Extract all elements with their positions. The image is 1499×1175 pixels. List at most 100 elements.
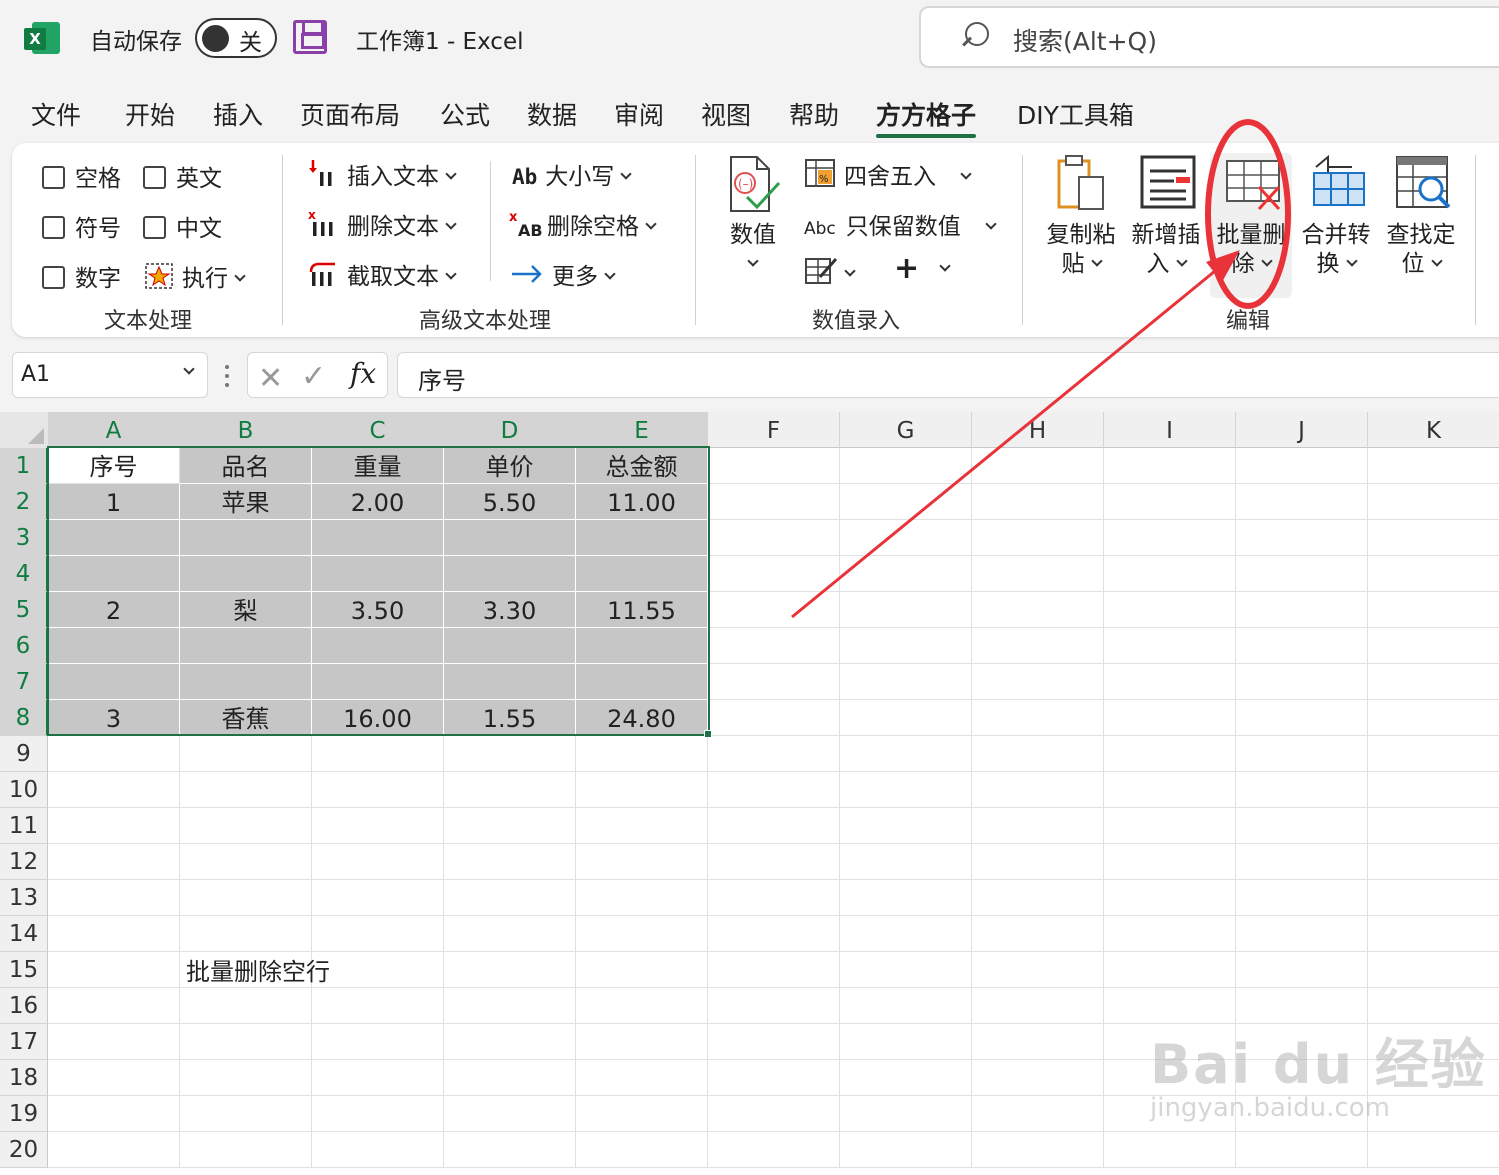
cell-a20[interactable] [48,1132,180,1168]
cell-i2[interactable] [1104,484,1236,520]
cell-b4[interactable] [180,556,312,592]
cell-h5[interactable] [972,592,1104,628]
cell-e2[interactable]: 11.00 [576,484,708,520]
cell-i11[interactable] [1104,808,1236,844]
cell-h7[interactable] [972,664,1104,700]
edit-entry-button[interactable] [804,255,856,287]
cell-c1[interactable]: 重量 [312,448,444,484]
cell-c8[interactable]: 16.00 [312,700,444,736]
cell-f18[interactable] [708,1060,840,1096]
cell-h20[interactable] [972,1132,1104,1168]
find-locate-button[interactable]: 查找定 位 [1382,153,1460,279]
save-icon[interactable] [293,20,327,54]
insert-text-button[interactable]: 插入文本 [307,157,457,191]
copy-paste-button[interactable]: 复制粘 贴 [1042,153,1120,279]
cell-i7[interactable] [1104,664,1236,700]
autosave-toggle[interactable]: 关 [195,18,277,58]
column-header-a[interactable]: A [48,412,180,448]
cell-e6[interactable] [576,628,708,664]
cell-k1[interactable] [1368,448,1499,484]
cell-f1[interactable] [708,448,840,484]
cell-f17[interactable] [708,1024,840,1060]
formula-input[interactable]: 序号 [397,352,1499,398]
cell-b16[interactable] [180,988,312,1024]
round-button[interactable]: % 四舍五入 [804,157,972,191]
cell-g10[interactable] [840,772,972,808]
row-header-11[interactable]: 11 [0,808,48,844]
cell-d20[interactable] [444,1132,576,1168]
cell-g18[interactable] [840,1060,972,1096]
cell-a10[interactable] [48,772,180,808]
column-header-b[interactable]: B [180,412,312,448]
tab-page-layout[interactable]: 页面布局 [300,96,400,132]
tab-data[interactable]: 数据 [527,96,577,132]
cell-g11[interactable] [840,808,972,844]
cell-a15[interactable] [48,952,180,988]
cell-i6[interactable] [1104,628,1236,664]
cell-f3[interactable] [708,520,840,556]
cell-c11[interactable] [312,808,444,844]
cell-d8[interactable]: 1.55 [444,700,576,736]
check-english[interactable]: 英文 [143,159,222,193]
cell-i1[interactable] [1104,448,1236,484]
cell-a9[interactable] [48,736,180,772]
batch-delete-button[interactable]: 批量删 除 [1210,153,1292,298]
cell-i13[interactable] [1104,880,1236,916]
cell-k2[interactable] [1368,484,1499,520]
cell-b19[interactable] [180,1096,312,1132]
cell-j6[interactable] [1236,628,1368,664]
add-button[interactable]: + [894,251,951,286]
cell-i3[interactable] [1104,520,1236,556]
cell-i5[interactable] [1104,592,1236,628]
cancel-icon[interactable]: ✕ [258,361,283,396]
keep-value-button[interactable]: Abc 只保留数值 [804,207,997,241]
cell-e9[interactable] [576,736,708,772]
cell-a12[interactable] [48,844,180,880]
cell-f20[interactable] [708,1132,840,1168]
cell-k12[interactable] [1368,844,1499,880]
cell-f16[interactable] [708,988,840,1024]
cell-e5[interactable]: 11.55 [576,592,708,628]
tab-help[interactable]: 帮助 [789,96,839,132]
cell-i10[interactable] [1104,772,1236,808]
case-button[interactable]: Ab 大小写 [512,157,632,191]
cell-e15[interactable] [576,952,708,988]
cell-a13[interactable] [48,880,180,916]
row-header-10[interactable]: 10 [0,772,48,808]
extract-text-button[interactable]: 截取文本 [307,257,457,291]
cell-d3[interactable] [444,520,576,556]
column-header-i[interactable]: I [1104,412,1236,448]
fill-handle[interactable] [704,730,712,738]
cell-b15-note[interactable]: 批量删除空行 [186,952,330,987]
cell-g4[interactable] [840,556,972,592]
cell-c10[interactable] [312,772,444,808]
cell-g19[interactable] [840,1096,972,1132]
cell-a1[interactable]: 序号 [48,448,180,484]
cell-d2[interactable]: 5.50 [444,484,576,520]
cell-f15[interactable] [708,952,840,988]
more-button[interactable]: 更多 [510,257,616,291]
cell-h18[interactable] [972,1060,1104,1096]
cell-k8[interactable] [1368,700,1499,736]
cell-c2[interactable]: 2.00 [312,484,444,520]
search-box[interactable]: 搜索(Alt+Q) [919,6,1499,68]
cell-f4[interactable] [708,556,840,592]
cell-b1[interactable]: 品名 [180,448,312,484]
cell-h11[interactable] [972,808,1104,844]
cell-h13[interactable] [972,880,1104,916]
cell-i8[interactable] [1104,700,1236,736]
cell-g14[interactable] [840,916,972,952]
cell-b6[interactable] [180,628,312,664]
cell-e7[interactable] [576,664,708,700]
cell-k6[interactable] [1368,628,1499,664]
cell-j7[interactable] [1236,664,1368,700]
cell-k3[interactable] [1368,520,1499,556]
cell-a19[interactable] [48,1096,180,1132]
tab-insert[interactable]: 插入 [213,96,263,132]
cell-a3[interactable] [48,520,180,556]
cell-e3[interactable] [576,520,708,556]
cell-e20[interactable] [576,1132,708,1168]
merge-convert-button[interactable]: 合并转 换 [1297,153,1375,279]
cell-g3[interactable] [840,520,972,556]
cell-b20[interactable] [180,1132,312,1168]
